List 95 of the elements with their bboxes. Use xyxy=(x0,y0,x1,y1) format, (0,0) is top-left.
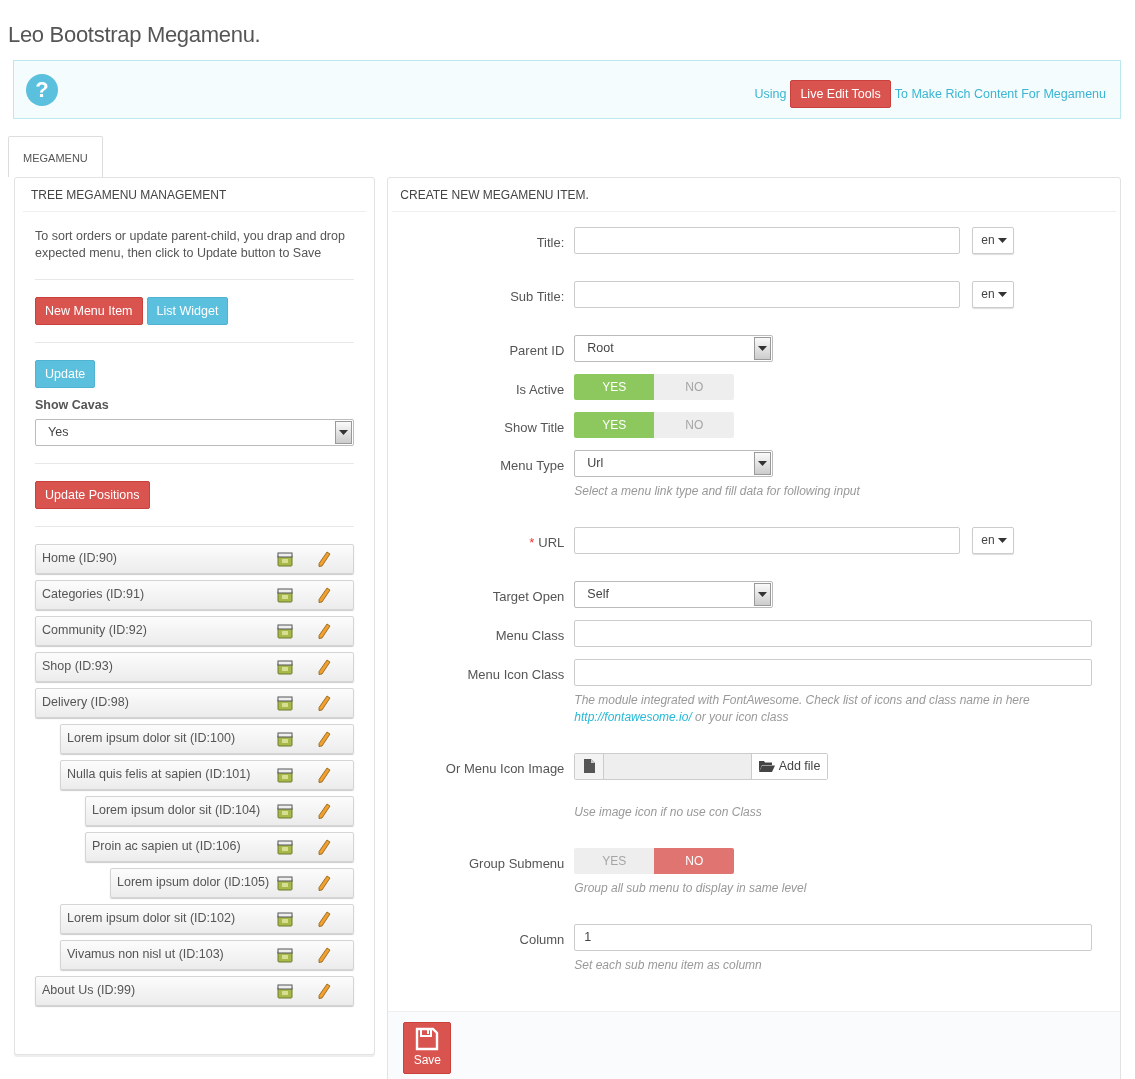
language-dropdown[interactable]: en xyxy=(972,280,1014,308)
box-icon xyxy=(277,982,294,999)
help-text: The module integrated with FontAwesome. Check list of icons and class name in here http://fontawesome.io/ or your icon class xyxy=(574,691,1031,726)
pencil-icon xyxy=(317,874,332,891)
file-icon xyxy=(583,759,595,774)
input-field[interactable] xyxy=(574,526,961,554)
pencil-icon xyxy=(317,586,332,603)
menu-tree-item[interactable]: Vivamus non nisl ut (ID:103) xyxy=(60,939,355,970)
language-dropdown[interactable]: en xyxy=(972,226,1014,254)
help-icon: ? xyxy=(26,73,58,106)
menu-tree-item[interactable]: Shop (ID:93) xyxy=(35,651,355,682)
folder-icon xyxy=(758,760,775,773)
menu-tree-item[interactable]: Lorem ipsum dolor sit (ID:102) xyxy=(60,903,355,934)
field-label: Parent ID xyxy=(508,341,566,360)
field-label: Menu Type xyxy=(499,456,566,475)
pencil-icon xyxy=(317,730,332,747)
pencil-icon xyxy=(317,694,332,711)
menu-tree-item[interactable]: About Us (ID:99) xyxy=(35,975,355,1006)
menu-tree-item[interactable]: Nulla quis felis at sapien (ID:101) xyxy=(60,759,355,790)
pencil-icon xyxy=(317,550,332,567)
pencil-icon xyxy=(317,658,332,675)
help-text: Use image icon if no use con Class xyxy=(574,803,763,821)
input-field[interactable]: 1 xyxy=(574,923,1093,951)
input-field[interactable] xyxy=(574,226,961,254)
file-upload-field[interactable]: Add file xyxy=(574,752,829,780)
box-icon xyxy=(277,946,294,963)
select-field[interactable]: Self xyxy=(574,580,774,608)
menu-tree-item[interactable]: Lorem ipsum dolor sit (ID:100) xyxy=(60,723,355,754)
pencil-icon xyxy=(317,982,332,999)
field-label: Is Active xyxy=(514,380,566,399)
pencil-icon xyxy=(317,766,332,783)
menu-tree-item[interactable]: Lorem ipsum dolor (ID:105) xyxy=(110,867,355,898)
banner-text: To Make Rich Content For Megamenu xyxy=(894,85,1106,103)
banner-text: Using xyxy=(754,85,787,103)
caret-icon xyxy=(997,237,1007,243)
menu-tree-item[interactable]: Lorem ipsum dolor sit (ID:104) xyxy=(85,795,355,826)
instructions-text: To sort orders or update parent-child, you drap and drop expected menu, then click to Update button to Save xyxy=(35,227,346,262)
update-positions-button[interactable]: Update Positions xyxy=(35,480,150,509)
page-title: Leo Bootstrap Megamenu. xyxy=(8,22,262,49)
field-label: Column xyxy=(518,930,566,949)
pencil-icon xyxy=(317,910,332,927)
box-icon xyxy=(277,910,294,927)
field-label: Title: xyxy=(535,233,566,252)
caret-icon xyxy=(997,291,1007,297)
pencil-icon xyxy=(317,838,332,855)
select-field[interactable]: Root xyxy=(574,334,774,362)
pencil-icon xyxy=(317,802,332,819)
field-label: Or Menu Icon Image xyxy=(444,759,566,778)
pencil-icon xyxy=(317,622,332,639)
input-field[interactable] xyxy=(574,280,961,308)
box-icon xyxy=(277,550,294,567)
field-label: Menu Class xyxy=(494,626,566,645)
add-file-button[interactable]: Add file xyxy=(750,753,828,779)
box-icon xyxy=(277,658,294,675)
new-item-button[interactable]: New Menu Item xyxy=(35,296,143,325)
menu-tree-item[interactable]: Proin ac sapien ut (ID:106) xyxy=(85,831,355,862)
panel-title: CREATE NEW MEGAMENU ITEM. xyxy=(392,177,1116,212)
menu-tree-item[interactable]: Community (ID:92) xyxy=(35,615,355,646)
field-label: Show Cavas xyxy=(35,396,110,414)
box-icon xyxy=(277,730,294,747)
pencil-icon xyxy=(317,946,332,963)
field-label: Target Open xyxy=(491,587,566,606)
box-icon xyxy=(277,874,294,891)
box-icon xyxy=(277,694,294,711)
box-icon xyxy=(277,622,294,639)
caret-icon xyxy=(339,429,349,435)
field-label: Sub Title: xyxy=(509,287,566,306)
box-icon xyxy=(277,586,294,603)
caret-icon xyxy=(758,345,768,351)
language-dropdown[interactable]: en xyxy=(972,526,1014,554)
field-label: Group Submenu xyxy=(467,854,566,873)
caret-icon xyxy=(997,537,1007,543)
menu-tree-item[interactable]: Categories (ID:91) xyxy=(35,579,355,610)
help-text: Set each sub menu item as column xyxy=(574,956,763,974)
caret-icon xyxy=(758,460,768,466)
field-label: Show Title xyxy=(503,418,566,437)
help-text: Select a menu link type and fill data for following input xyxy=(574,482,861,500)
select-field[interactable]: Yes xyxy=(35,418,355,446)
caret-icon xyxy=(758,591,768,597)
box-icon xyxy=(277,766,294,783)
field-label: Menu Icon Class xyxy=(466,665,566,684)
live-edit-tools-button[interactable]: Live Edit Tools xyxy=(790,79,891,108)
menu-tree-item[interactable]: Home (ID:90) xyxy=(35,543,355,574)
input-field[interactable] xyxy=(574,658,1093,686)
box-icon xyxy=(277,802,294,819)
help-text: Group all sub menu to display in same level xyxy=(574,879,808,897)
save-icon xyxy=(415,1026,440,1051)
tab[interactable]: MEGAMENU xyxy=(8,136,103,177)
select-field[interactable]: Url xyxy=(574,449,774,477)
input-field[interactable] xyxy=(574,619,1093,647)
field-label: * URL xyxy=(528,533,566,552)
menu-tree-item[interactable]: Delivery (ID:98) xyxy=(35,687,355,718)
panel-title: TREE MEGAMENU MANAGEMENT xyxy=(23,177,367,212)
save-button[interactable]: Save xyxy=(403,1021,452,1074)
box-icon xyxy=(277,838,294,855)
